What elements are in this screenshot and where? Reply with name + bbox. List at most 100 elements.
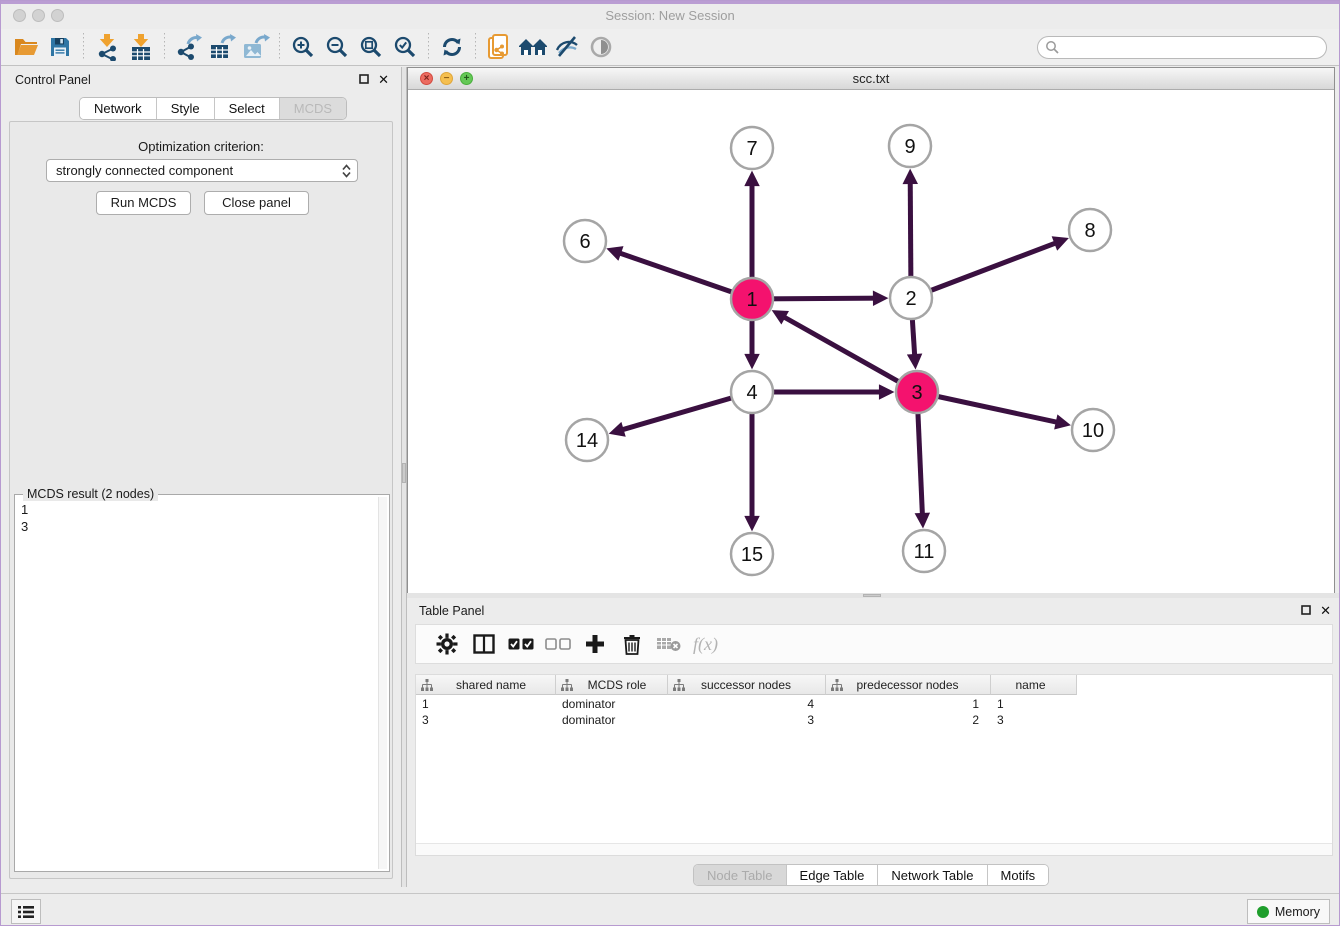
- cell-mcds-role[interactable]: dominator: [556, 696, 668, 713]
- select-all-columns-icon[interactable]: [502, 627, 539, 661]
- network-canvas[interactable]: 7 9 6 8 1 2 4 3 14 10 15 11: [408, 90, 1334, 593]
- tab-node-table[interactable]: Node Table: [694, 865, 787, 885]
- import-table-icon[interactable]: [124, 31, 158, 63]
- create-column-plus-icon[interactable]: [576, 627, 613, 661]
- vertical-splitter-grip[interactable]: [402, 463, 406, 483]
- open-session-icon[interactable]: [9, 31, 43, 63]
- table-horizontal-scrollbar[interactable]: [416, 843, 1332, 855]
- tab-select[interactable]: Select: [215, 98, 280, 119]
- toolbar-separator: [279, 33, 280, 61]
- close-panel-icon[interactable]: ✕: [378, 72, 389, 88]
- node-3[interactable]: 3: [896, 371, 938, 413]
- tab-motifs[interactable]: Motifs: [988, 865, 1049, 885]
- float-table-panel-icon[interactable]: [1301, 605, 1311, 615]
- node-label: 14: [576, 430, 598, 452]
- zoom-selected-icon[interactable]: [388, 31, 422, 63]
- cell-shared-name[interactable]: 1: [416, 696, 556, 713]
- export-table-icon[interactable]: [205, 31, 239, 63]
- tab-edge-table[interactable]: Edge Table: [787, 865, 879, 885]
- deselect-all-columns-icon[interactable]: [539, 627, 576, 661]
- tab-network[interactable]: Network: [80, 98, 157, 119]
- network-window-titlebar[interactable]: × − + scc.txt: [408, 68, 1334, 90]
- tab-style[interactable]: Style: [157, 98, 215, 119]
- save-session-icon[interactable]: [43, 31, 77, 63]
- edge-1-6[interactable]: [611, 250, 752, 299]
- control-panel-title: Control Panel: [15, 73, 91, 87]
- column-header-shared-name[interactable]: shared name: [416, 675, 556, 695]
- float-panel-icon[interactable]: [359, 74, 369, 84]
- cell-successor-nodes[interactable]: 3: [668, 712, 826, 729]
- export-image-icon[interactable]: [239, 31, 273, 63]
- cell-name[interactable]: 3: [991, 712, 1077, 729]
- memory-button[interactable]: Memory: [1247, 899, 1330, 924]
- column-layout-icon[interactable]: [465, 627, 502, 661]
- memory-label: Memory: [1275, 905, 1320, 919]
- search-field[interactable]: [1037, 36, 1327, 59]
- hide-selected-eye-slash-icon[interactable]: [550, 31, 584, 63]
- node-10[interactable]: 10: [1072, 409, 1114, 451]
- node-1[interactable]: 1: [731, 278, 773, 320]
- cell-predecessor-nodes[interactable]: 1: [826, 696, 991, 713]
- hierarchy-icon: [421, 679, 433, 691]
- node-14[interactable]: 14: [566, 419, 608, 461]
- export-network-icon[interactable]: [171, 31, 205, 63]
- table-settings-gear-icon[interactable]: [428, 627, 465, 661]
- toolbar-separator: [83, 33, 84, 61]
- table-panel-title: Table Panel: [419, 604, 484, 618]
- table-row[interactable]: 3 dominator 3 2 3: [416, 712, 1332, 729]
- show-all-eye-icon[interactable]: [584, 31, 618, 63]
- close-table-panel-icon[interactable]: ✕: [1320, 603, 1331, 619]
- node-9[interactable]: 9: [889, 125, 931, 167]
- column-header-name[interactable]: name: [991, 675, 1077, 695]
- home-icon[interactable]: [516, 31, 550, 63]
- tab-network-table[interactable]: Network Table: [878, 865, 987, 885]
- criterion-select[interactable]: strongly connected component: [46, 159, 358, 182]
- main-titlebar: Session: New Session: [1, 4, 1339, 29]
- close-panel-button[interactable]: Close panel: [204, 191, 309, 215]
- node-4[interactable]: 4: [731, 371, 773, 413]
- cell-mcds-role[interactable]: dominator: [556, 712, 668, 729]
- search-input[interactable]: [1060, 37, 1326, 58]
- node-label: 8: [1084, 220, 1095, 242]
- edge-3-1[interactable]: [776, 313, 917, 392]
- cell-predecessor-nodes[interactable]: 2: [826, 712, 991, 729]
- column-header-predecessor-nodes[interactable]: predecessor nodes: [826, 675, 991, 695]
- horizontal-splitter-grip[interactable]: [863, 594, 881, 597]
- cell-successor-nodes[interactable]: 4: [668, 696, 826, 713]
- table-toolbar: f(x): [415, 624, 1333, 664]
- cell-shared-name[interactable]: 3: [416, 712, 556, 729]
- toolbar-separator: [164, 33, 165, 61]
- mcds-result-text[interactable]: 13: [17, 497, 377, 869]
- run-mcds-button[interactable]: Run MCDS: [96, 191, 191, 215]
- edge-3-10[interactable]: [917, 392, 1066, 424]
- node-2[interactable]: 2: [890, 277, 932, 319]
- function-builder-icon[interactable]: f(x): [687, 627, 724, 661]
- toolbar-separator: [428, 33, 429, 61]
- refresh-layout-icon[interactable]: [435, 31, 469, 63]
- column-header-mcds-role[interactable]: MCDS role: [556, 675, 668, 695]
- node-8[interactable]: 8: [1069, 209, 1111, 251]
- node-label: 1: [746, 289, 757, 311]
- cell-name[interactable]: 1: [991, 696, 1077, 713]
- search-icon: [1045, 40, 1060, 55]
- control-panel-tabs: Network Style Select MCDS: [79, 97, 347, 120]
- node-7[interactable]: 7: [731, 127, 773, 169]
- node-label: 10: [1082, 420, 1104, 442]
- zoom-fit-icon[interactable]: [354, 31, 388, 63]
- tab-mcds[interactable]: MCDS: [280, 98, 346, 119]
- task-history-button[interactable]: [11, 899, 41, 924]
- delete-column-trash-icon[interactable]: [613, 627, 650, 661]
- node-6[interactable]: 6: [564, 220, 606, 262]
- delete-table-icon[interactable]: [650, 627, 687, 661]
- zoom-in-icon[interactable]: [286, 31, 320, 63]
- result-scrollbar[interactable]: [378, 497, 387, 869]
- node-15[interactable]: 15: [731, 533, 773, 575]
- table-row[interactable]: 1 dominator 4 1 1: [416, 696, 1332, 713]
- zoom-out-icon[interactable]: [320, 31, 354, 63]
- column-header-successor-nodes[interactable]: successor nodes: [668, 675, 826, 695]
- node-label: 4: [746, 382, 757, 404]
- node-11[interactable]: 11: [903, 530, 945, 572]
- clone-network-icon[interactable]: [482, 31, 516, 63]
- import-network-icon[interactable]: [90, 31, 124, 63]
- edge-2-8[interactable]: [911, 240, 1064, 298]
